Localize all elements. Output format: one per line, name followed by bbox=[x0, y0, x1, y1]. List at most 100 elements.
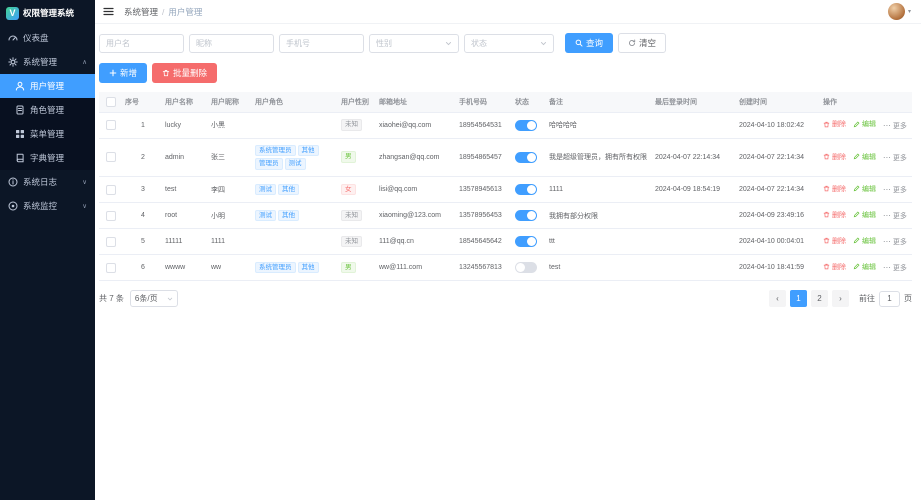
gauge-icon bbox=[8, 33, 18, 43]
prev-page-button[interactable]: ‹ bbox=[769, 290, 786, 307]
user-menu[interactable]: ▾ bbox=[888, 3, 911, 20]
sidebar-item-role-mgmt[interactable]: 角色管理 bbox=[0, 98, 95, 122]
sidebar-item-system-monitor[interactable]: 系统监控 ∨ bbox=[0, 194, 95, 218]
topbar: 系统管理 / 用户管理 ▾ bbox=[95, 0, 921, 24]
row-checkbox[interactable] bbox=[106, 120, 116, 130]
edit-button[interactable]: 编辑 bbox=[853, 184, 876, 194]
row-checkbox[interactable] bbox=[106, 237, 116, 247]
username-input[interactable] bbox=[99, 34, 184, 53]
more-button[interactable]: ⋯ 更多 bbox=[883, 185, 907, 195]
sidebar-item-dict-mgmt[interactable]: 字典管理 bbox=[0, 146, 95, 170]
role-tags-cell: 系统管理员其他 bbox=[253, 255, 339, 281]
operations-cell: 删除 编辑 ⋯ 更多 bbox=[821, 229, 912, 255]
clear-button[interactable]: 清空 bbox=[618, 33, 666, 53]
edit-button[interactable]: 编辑 bbox=[853, 119, 876, 129]
role-tag: 系统管理员 bbox=[255, 262, 296, 274]
column-header: 最后登录时间 bbox=[653, 92, 737, 112]
goto-label: 前往 bbox=[859, 293, 875, 304]
refresh-icon bbox=[628, 39, 636, 47]
status-toggle[interactable] bbox=[515, 236, 537, 247]
operations-cell: 删除 编辑 ⋯ 更多 bbox=[821, 138, 912, 177]
breadcrumb-system-mgmt[interactable]: 系统管理 bbox=[124, 6, 158, 18]
sidebar-item-user-mgmt[interactable]: 用户管理 bbox=[0, 74, 95, 98]
gender-cell: 未知 bbox=[339, 229, 377, 255]
user-table: 序号 用户名称 用户昵称 用户角色 用户性别 邮箱地址 手机号码 状态 备注 最… bbox=[99, 92, 912, 281]
delete-button[interactable]: 删除 bbox=[823, 210, 846, 220]
column-header: 用户角色 bbox=[253, 92, 339, 112]
batch-delete-button[interactable]: 批量删除 bbox=[152, 63, 217, 83]
page-button-1[interactable]: 1 bbox=[790, 290, 807, 307]
column-header: 操作 bbox=[821, 92, 912, 112]
gender-tag: 未知 bbox=[341, 210, 362, 222]
nickname-input[interactable] bbox=[189, 34, 274, 53]
row-index: 4 bbox=[123, 203, 163, 229]
phone-cell: 18954865457 bbox=[457, 138, 513, 177]
goto-page-input[interactable] bbox=[879, 291, 900, 307]
delete-button[interactable]: 删除 bbox=[823, 236, 846, 246]
status-toggle[interactable] bbox=[515, 210, 537, 221]
row-index: 3 bbox=[123, 177, 163, 203]
search-button[interactable]: 查询 bbox=[565, 33, 613, 53]
row-checkbox[interactable] bbox=[106, 152, 116, 162]
sidebar-item-label: 系统监控 bbox=[23, 200, 57, 212]
more-button[interactable]: ⋯ 更多 bbox=[883, 121, 907, 131]
status-toggle[interactable] bbox=[515, 120, 537, 131]
status-cell bbox=[513, 112, 547, 138]
breadcrumb: 系统管理 / 用户管理 bbox=[124, 6, 202, 18]
role-tags-cell: 测试其他 bbox=[253, 203, 339, 229]
email-cell: xiaoming@123.com bbox=[377, 203, 457, 229]
edit-button[interactable]: 编辑 bbox=[853, 262, 876, 272]
delete-button[interactable]: 删除 bbox=[823, 262, 846, 272]
row-checkbox[interactable] bbox=[106, 211, 116, 221]
remark-cell: 我是超级管理员，拥有所有权限 bbox=[547, 138, 653, 177]
more-button[interactable]: ⋯ 更多 bbox=[883, 263, 907, 273]
delete-button[interactable]: 删除 bbox=[823, 119, 846, 129]
sidebar-item-system-mgmt[interactable]: 系统管理 ∧ bbox=[0, 50, 95, 74]
edit-button[interactable]: 编辑 bbox=[853, 210, 876, 220]
sidebar-item-label: 菜单管理 bbox=[30, 128, 64, 140]
delete-button[interactable]: 删除 bbox=[823, 152, 846, 162]
nickname-cell: 张三 bbox=[209, 138, 253, 177]
plus-icon bbox=[109, 69, 117, 77]
sidebar-item-system-log[interactable]: 系统日志 ∨ bbox=[0, 170, 95, 194]
page-button-2[interactable]: 2 bbox=[811, 290, 828, 307]
page-size-select[interactable]: 6条/页 bbox=[130, 290, 178, 307]
status-toggle[interactable] bbox=[515, 152, 537, 163]
select-all-checkbox[interactable] bbox=[106, 97, 116, 107]
status-toggle[interactable] bbox=[515, 262, 537, 273]
username-cell: 11111 bbox=[163, 229, 209, 255]
row-checkbox[interactable] bbox=[106, 263, 116, 273]
sidebar-collapse-button[interactable] bbox=[103, 6, 114, 17]
more-button[interactable]: ⋯ 更多 bbox=[883, 237, 907, 247]
gender-tag: 女 bbox=[341, 184, 356, 196]
nickname-cell: ww bbox=[209, 255, 253, 281]
last-login-cell: 2024-04-09 18:54:19 bbox=[653, 177, 737, 203]
row-checkbox[interactable] bbox=[106, 185, 116, 195]
email-cell: ww@111.com bbox=[377, 255, 457, 281]
delete-button[interactable]: 删除 bbox=[823, 184, 846, 194]
column-header: 状态 bbox=[513, 92, 547, 112]
phone-input[interactable] bbox=[279, 34, 364, 53]
add-button[interactable]: 新增 bbox=[99, 63, 147, 83]
next-page-button[interactable]: › bbox=[832, 290, 849, 307]
trash-icon bbox=[162, 69, 170, 77]
ellipsis-icon: ⋯ bbox=[883, 154, 891, 162]
status-toggle[interactable] bbox=[515, 184, 537, 195]
edit-button[interactable]: 编辑 bbox=[853, 152, 876, 162]
email-cell: lisi@qq.com bbox=[377, 177, 457, 203]
sidebar-item-menu-mgmt[interactable]: 菜单管理 bbox=[0, 122, 95, 146]
more-button[interactable]: ⋯ 更多 bbox=[883, 211, 907, 221]
sidebar-item-dashboard[interactable]: 仪表盘 bbox=[0, 26, 95, 50]
nickname-cell: 李四 bbox=[209, 177, 253, 203]
edit-button[interactable]: 编辑 bbox=[853, 236, 876, 246]
avatar[interactable] bbox=[888, 3, 905, 20]
created-time-cell: 2024-04-10 00:04:01 bbox=[737, 229, 821, 255]
more-button[interactable]: ⋯ 更多 bbox=[883, 153, 907, 163]
total-count: 共 7 条 bbox=[99, 293, 124, 304]
pager: ‹ 1 2 › 前往 页 bbox=[769, 290, 912, 307]
filter-bar: 性别 状态 查询 清空 bbox=[99, 33, 912, 53]
sidebar-item-label: 角色管理 bbox=[30, 104, 64, 116]
status-select[interactable]: 状态 bbox=[464, 34, 554, 53]
gender-select[interactable]: 性别 bbox=[369, 34, 459, 53]
phone-cell: 18545645642 bbox=[457, 229, 513, 255]
